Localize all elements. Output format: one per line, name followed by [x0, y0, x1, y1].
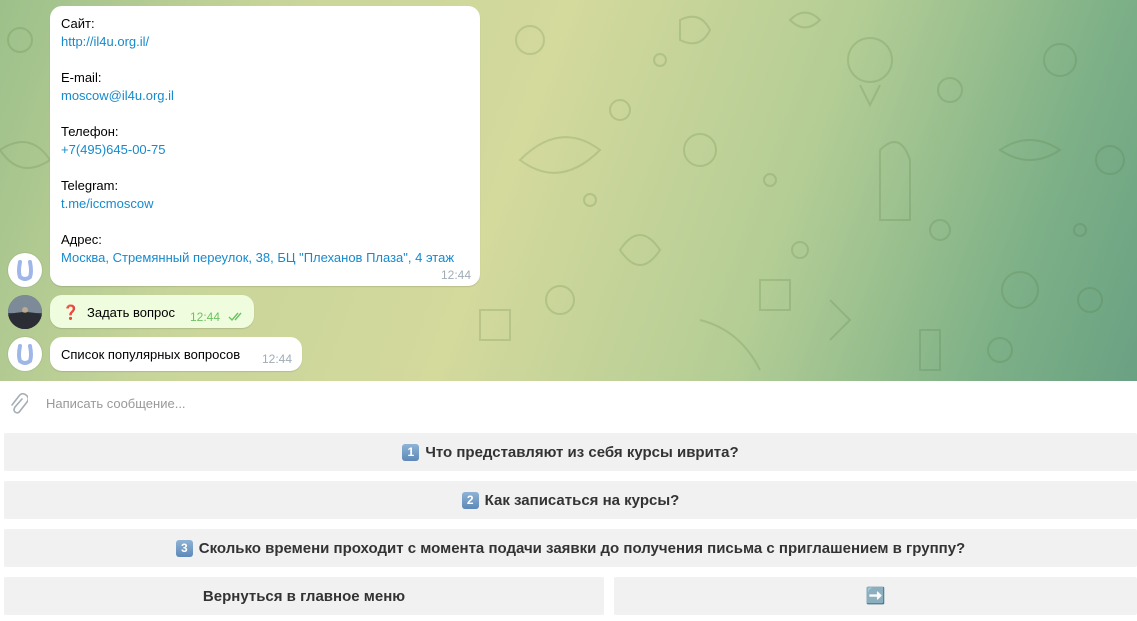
keyboard-question-2-button[interactable]: 2 Как записаться на курсы?: [4, 481, 1137, 519]
right-arrow-icon: ➡️: [865, 588, 886, 605]
user-photo-icon: [8, 295, 42, 329]
contacts-message: Сайт: http://il4u.org.il/ E-mail: moscow…: [50, 6, 480, 286]
user-avatar[interactable]: [8, 295, 42, 329]
attach-icon[interactable]: [8, 393, 28, 417]
keyboard-question-1-button[interactable]: 1 Что представляют из себя курсы иврита?: [4, 433, 1137, 471]
back-to-main-menu-label: Вернуться в главное меню: [202, 587, 406, 605]
telegram-link[interactable]: t.me/iccmoscow: [61, 196, 153, 211]
back-to-main-menu-button[interactable]: Вернуться в главное меню: [4, 577, 604, 615]
bot-avatar[interactable]: [8, 253, 42, 287]
next-page-button[interactable]: ➡️: [614, 577, 1137, 615]
site-label: Сайт:: [61, 16, 95, 31]
phone-link[interactable]: +7(495)645-00-75: [61, 142, 165, 157]
message-time: 12:44: [440, 268, 471, 282]
address-link[interactable]: Москва, Стремянный переулок, 38, БЦ "Пле…: [61, 250, 454, 265]
popular-questions-message: Список популярных вопросов 12:44: [50, 337, 302, 371]
message-input-bar: Написать сообщение...: [0, 381, 1137, 427]
question-mark-icon: ❓: [62, 304, 80, 320]
bot-avatar[interactable]: [8, 337, 42, 371]
question-2-label: Как записаться на курсы?: [484, 491, 680, 509]
telegram-label: Telegram:: [61, 178, 119, 193]
number-1-icon: 1: [402, 443, 420, 461]
address-label: Адрес:: [61, 232, 102, 247]
question-text: Задать вопрос: [87, 305, 175, 320]
message-time: 12:44: [190, 310, 221, 324]
user-question-message: ❓ Задать вопрос 12:44: [50, 295, 254, 328]
message-input[interactable]: Написать сообщение...: [46, 396, 186, 411]
bot-logo-icon: [17, 260, 33, 281]
site-link[interactable]: http://il4u.org.il/: [61, 34, 149, 49]
message-time: 12:44: [262, 352, 293, 366]
phone-label: Телефон:: [61, 124, 119, 139]
chat-area: Сайт: http://il4u.org.il/ E-mail: moscow…: [0, 0, 1137, 381]
email-link[interactable]: moscow@il4u.org.il: [61, 88, 174, 103]
question-3-label: Сколько времени проходит с момента подач…: [198, 539, 966, 557]
bot-logo-icon: [17, 344, 33, 365]
popular-questions-text: Список популярных вопросов: [61, 347, 241, 362]
number-2-icon: 2: [461, 491, 479, 509]
keyboard-question-3-button[interactable]: 3 Сколько времени проходит с момента под…: [4, 529, 1137, 567]
email-label: E-mail:: [61, 70, 102, 85]
question-1-label: Что представляют из себя курсы иврита?: [425, 443, 739, 461]
double-check-icon: [228, 312, 242, 322]
number-3-icon: 3: [175, 539, 193, 557]
